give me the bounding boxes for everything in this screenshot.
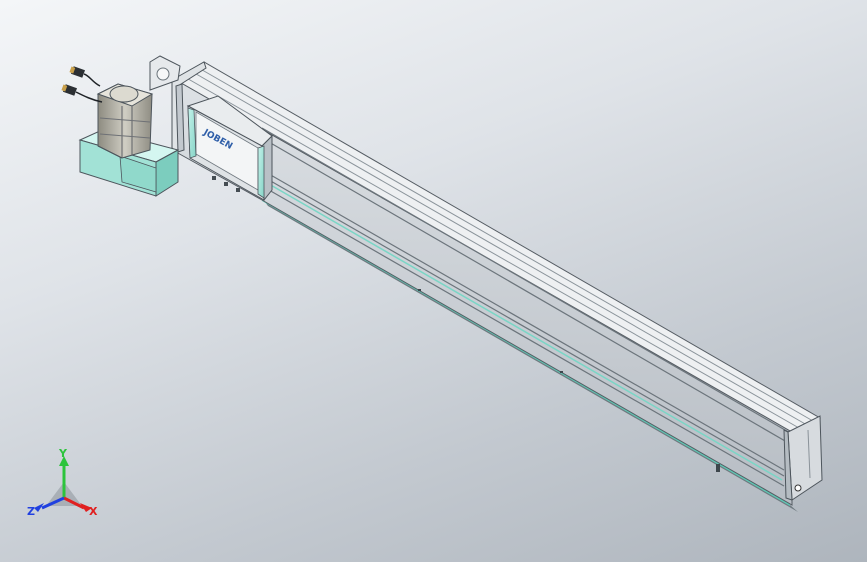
orientation-triad: Y X Z bbox=[22, 448, 108, 524]
rail-teal-seam bbox=[261, 179, 783, 481]
triad-z-label: Z bbox=[27, 505, 35, 518]
triad-y-label: Y bbox=[59, 447, 67, 460]
linear-actuator-model[interactable]: JOBEN bbox=[0, 0, 867, 562]
cable-connectors bbox=[61, 66, 86, 96]
rail-top-grooves bbox=[182, 66, 814, 429]
graphics-viewport[interactable]: JOBEN Y X Z bbox=[0, 0, 867, 562]
triad-x-label: X bbox=[89, 505, 98, 518]
stepper-motor[interactable] bbox=[96, 83, 154, 159]
